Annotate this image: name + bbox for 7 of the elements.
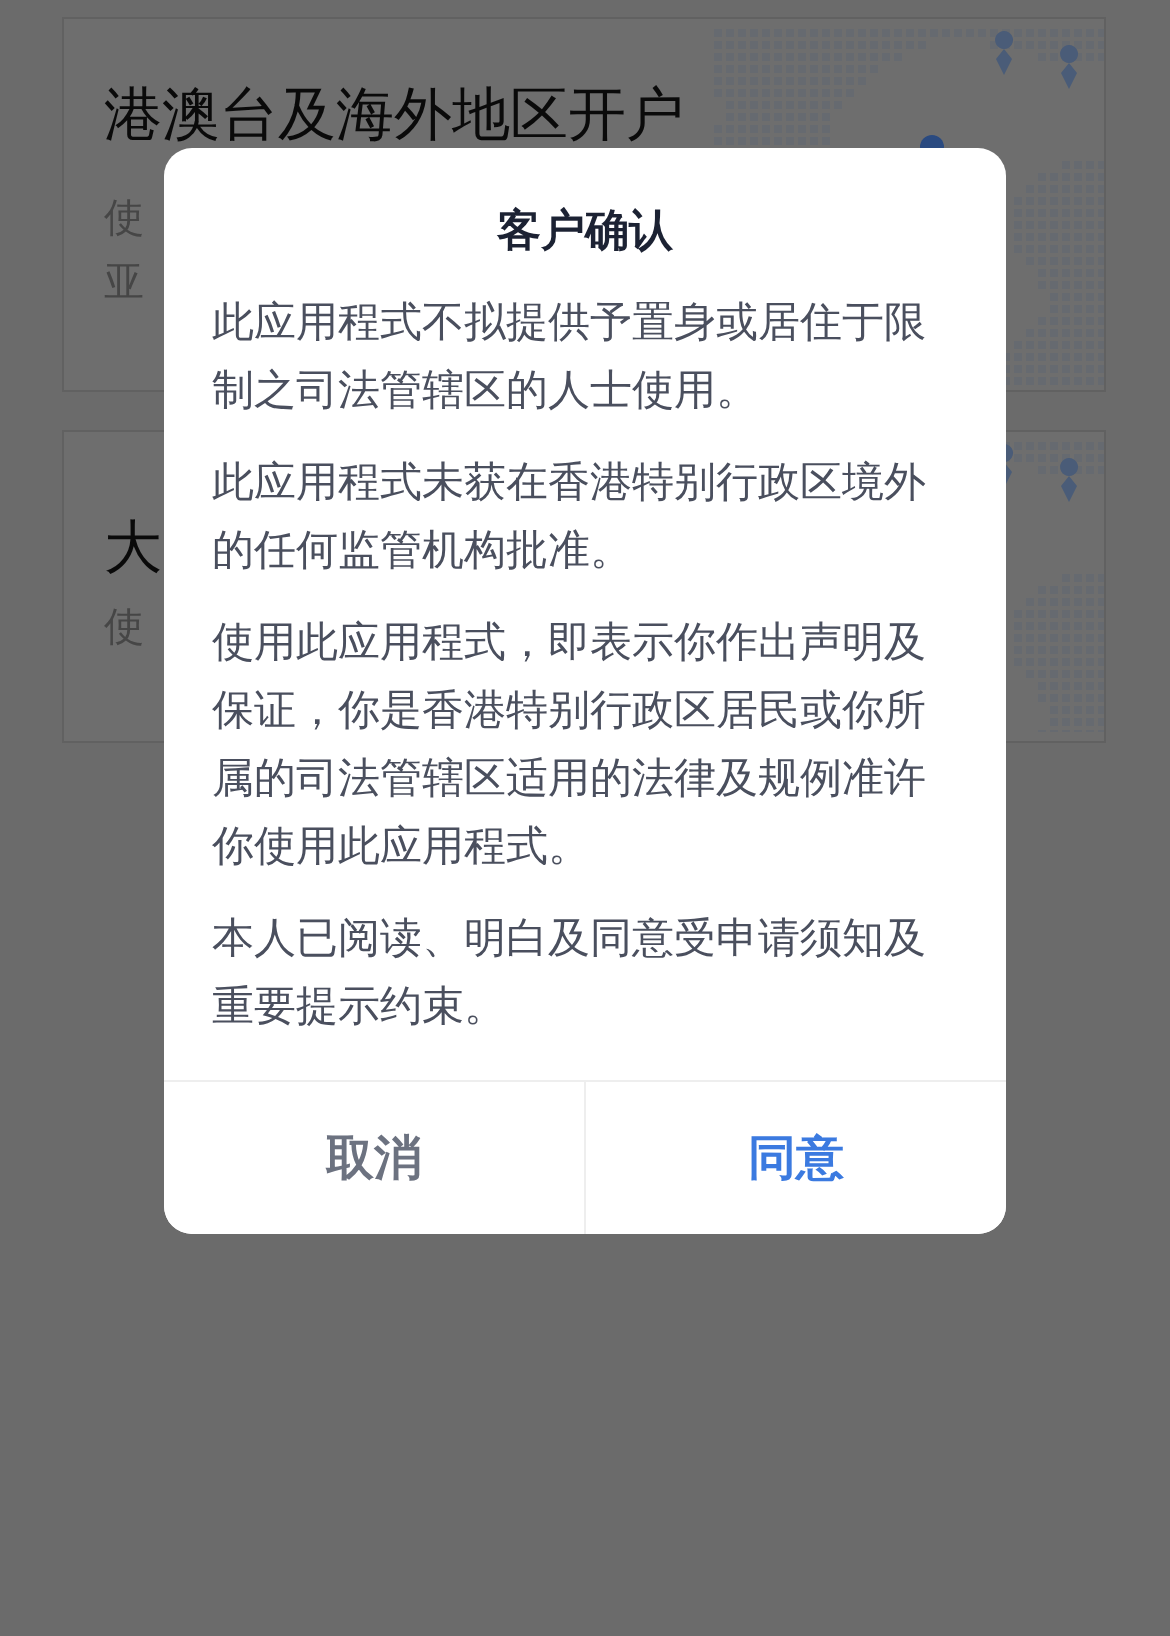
dialog-paragraph: 此应用程式不拟提供予置身或居住于限制之司法管辖区的人士使用。 bbox=[212, 296, 927, 416]
dialog-paragraph: 本人已阅读、明白及同意受申请须知及重要提示约束。 bbox=[212, 912, 927, 1032]
card-title: 大 bbox=[104, 516, 162, 578]
dialog-paragraph: 此应用程式未获在香港特别行政区境外的任何监管机构批准。 bbox=[212, 456, 927, 576]
card-title: 港澳台及海外地区开户 bbox=[104, 83, 684, 145]
dialog-title: 客户确认 bbox=[496, 203, 674, 257]
dialog-paragraph: 使用此应用程式，即表示你作出声明及保证，你是香港特别行政区居民或你所属的司法管辖区适用的法律及规例准许你使用此应用程式。 bbox=[212, 616, 927, 872]
